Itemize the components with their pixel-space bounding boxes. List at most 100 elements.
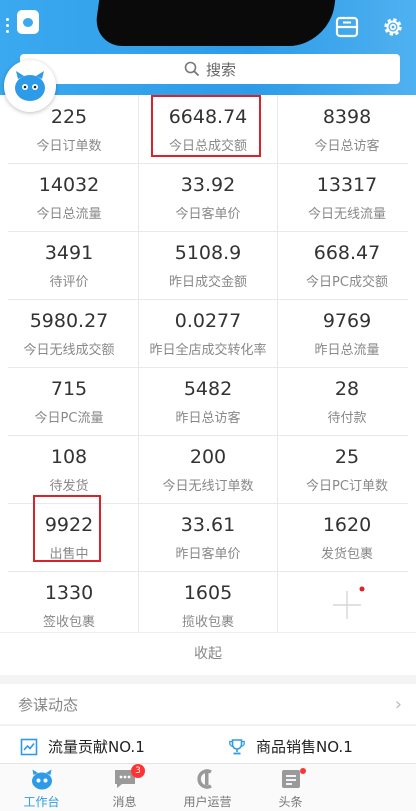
metric-label: 发货包裹 xyxy=(320,547,373,562)
redacted-shop-name xyxy=(92,0,336,46)
metric-cell[interactable]: 33.61 昨日客单价 xyxy=(139,503,277,571)
tab-label-workbench: 工作台 xyxy=(23,795,60,809)
trophy-icon xyxy=(229,738,245,754)
collapse-button[interactable]: 收起 xyxy=(0,632,416,675)
metric-cell[interactable]: 25 今日PC订单数 xyxy=(278,435,416,503)
metric-cell[interactable]: 28 待付款 xyxy=(278,367,416,435)
metric-label: 今日PC订单数 xyxy=(306,479,388,494)
insight-label-sales: 商品销售NO.1 xyxy=(256,738,353,756)
metric-value: 33.92 xyxy=(180,174,236,196)
metric-value: 5482 xyxy=(183,378,233,400)
metric-value: 5980.27 xyxy=(29,310,109,332)
tab-headlines[interactable]: 头条 xyxy=(249,764,332,811)
metric-cell[interactable]: 5980.27 今日无线成交额 xyxy=(0,299,138,367)
row-divider xyxy=(8,231,408,232)
metric-cell[interactable]: 9769 昨日总流量 xyxy=(278,299,416,367)
metric-cell[interactable]: 1620 发货包裹 xyxy=(278,503,416,571)
metric-cell[interactable]: 3491 待评价 xyxy=(0,231,138,299)
metric-value: 33.61 xyxy=(180,514,236,536)
workbench-mascot-icon xyxy=(31,769,52,790)
metric-cell[interactable]: 108 待发货 xyxy=(0,435,138,503)
metric-label: 揽收包裹 xyxy=(181,615,234,630)
user-ops-icon xyxy=(196,769,212,789)
metric-label: 昨日成交金额 xyxy=(168,275,247,290)
plus-icon xyxy=(333,586,365,619)
headline-icon xyxy=(281,770,300,788)
chevron-right-icon: › xyxy=(394,694,402,715)
metric-label: 今日总流量 xyxy=(36,207,102,222)
insight-item-sales[interactable]: 商品销售NO.1 xyxy=(228,736,353,757)
metric-value: 715 xyxy=(50,378,88,400)
highlight-total-sales xyxy=(151,95,261,157)
app-logo-icon[interactable] xyxy=(17,10,39,34)
metric-label: 昨日总流量 xyxy=(314,343,380,358)
metric-label: 今日无线流量 xyxy=(307,207,386,222)
search-bar[interactable]: 搜索 xyxy=(20,54,400,84)
metric-label: 昨日客单价 xyxy=(175,547,241,562)
metric-cell[interactable]: 1605 揽收包裹 xyxy=(139,571,277,639)
metric-label: 昨日全店成交转化率 xyxy=(149,343,267,358)
metric-value: 1620 xyxy=(322,514,372,536)
mascot-icon xyxy=(15,71,45,101)
metric-value: 14032 xyxy=(38,174,100,196)
metric-cell[interactable]: 13317 今日无线流量 xyxy=(278,163,416,231)
metric-label: 今日客单价 xyxy=(175,207,241,222)
highlight-on-sale xyxy=(33,495,101,562)
top-header: 搜索 xyxy=(0,0,416,95)
switch-store-icon[interactable] xyxy=(334,14,360,40)
message-count-badge: 3 xyxy=(131,764,145,778)
insights-row: 流量贡献NO.1 商品销售NO.1 xyxy=(0,725,416,764)
metric-cell[interactable]: 5482 昨日总访客 xyxy=(139,367,277,435)
metric-cell[interactable]: 0.0277 昨日全店成交转化率 xyxy=(139,299,277,367)
row-divider xyxy=(8,299,408,300)
metric-value: 0.0277 xyxy=(174,310,242,332)
headline-dot-badge xyxy=(300,768,306,774)
tab-workbench[interactable]: 工作台 xyxy=(0,764,83,811)
metric-cell[interactable]: 33.92 今日客单价 xyxy=(139,163,277,231)
metric-value: 3491 xyxy=(44,242,94,264)
metric-label: 待付款 xyxy=(327,411,367,426)
insight-item-traffic[interactable]: 流量贡献NO.1 xyxy=(20,736,145,757)
metric-label: 今日无线订单数 xyxy=(162,479,254,494)
trend-chart-icon xyxy=(20,738,38,755)
metric-value: 200 xyxy=(189,446,227,468)
settings-gear-icon[interactable] xyxy=(380,14,406,40)
metric-label: 今日PC成交额 xyxy=(306,275,388,290)
metric-value: 668.47 xyxy=(313,242,381,264)
metric-cell[interactable]: 668.47 今日PC成交额 xyxy=(278,231,416,299)
metric-cell[interactable]: 8398 今日总访客 xyxy=(278,95,416,163)
metric-cell[interactable]: 200 今日无线订单数 xyxy=(139,435,277,503)
metric-value: 9769 xyxy=(322,310,372,332)
tab-messages[interactable]: 3 消息 xyxy=(83,764,166,811)
tab-user-ops[interactable]: 用户运营 xyxy=(166,764,249,811)
metric-label: 待评价 xyxy=(49,275,89,290)
metric-value: 8398 xyxy=(322,106,372,128)
metric-label: 今日总访客 xyxy=(314,139,380,154)
insights-title: 参谋动态 xyxy=(18,696,79,714)
mascot-assistant-button[interactable] xyxy=(4,60,56,112)
metric-label: 待发货 xyxy=(49,479,89,494)
metric-label: 签收包裹 xyxy=(42,615,95,630)
add-metric-button[interactable] xyxy=(278,571,416,639)
insights-header[interactable]: 参谋动态 › xyxy=(0,684,416,724)
tab-label-headlines: 头条 xyxy=(278,795,303,809)
row-divider xyxy=(8,571,408,572)
search-placeholder: 搜索 xyxy=(205,60,236,79)
metric-cell[interactable]: 5108.9 昨日成交金额 xyxy=(139,231,277,299)
metric-label: 今日订单数 xyxy=(36,139,102,154)
row-divider xyxy=(8,435,408,436)
insight-label-traffic: 流量贡献NO.1 xyxy=(48,738,145,756)
row-divider xyxy=(8,163,408,164)
metric-label: 昨日总访客 xyxy=(175,411,241,426)
metric-label: 今日PC流量 xyxy=(34,411,104,426)
row-divider xyxy=(8,367,408,368)
metric-label: 今日无线成交额 xyxy=(23,343,115,358)
tab-label-messages: 消息 xyxy=(112,795,137,809)
metric-cell[interactable]: 1330 签收包裹 xyxy=(0,571,138,639)
metric-cell[interactable]: 14032 今日总流量 xyxy=(0,163,138,231)
metric-value: 28 xyxy=(334,378,360,400)
bottom-tab-bar: 工作台 3 消息 用户运营 头条 xyxy=(0,763,416,811)
metric-cell[interactable]: 715 今日PC流量 xyxy=(0,367,138,435)
metric-value: 108 xyxy=(50,446,88,468)
metric-value: 1330 xyxy=(44,582,94,604)
